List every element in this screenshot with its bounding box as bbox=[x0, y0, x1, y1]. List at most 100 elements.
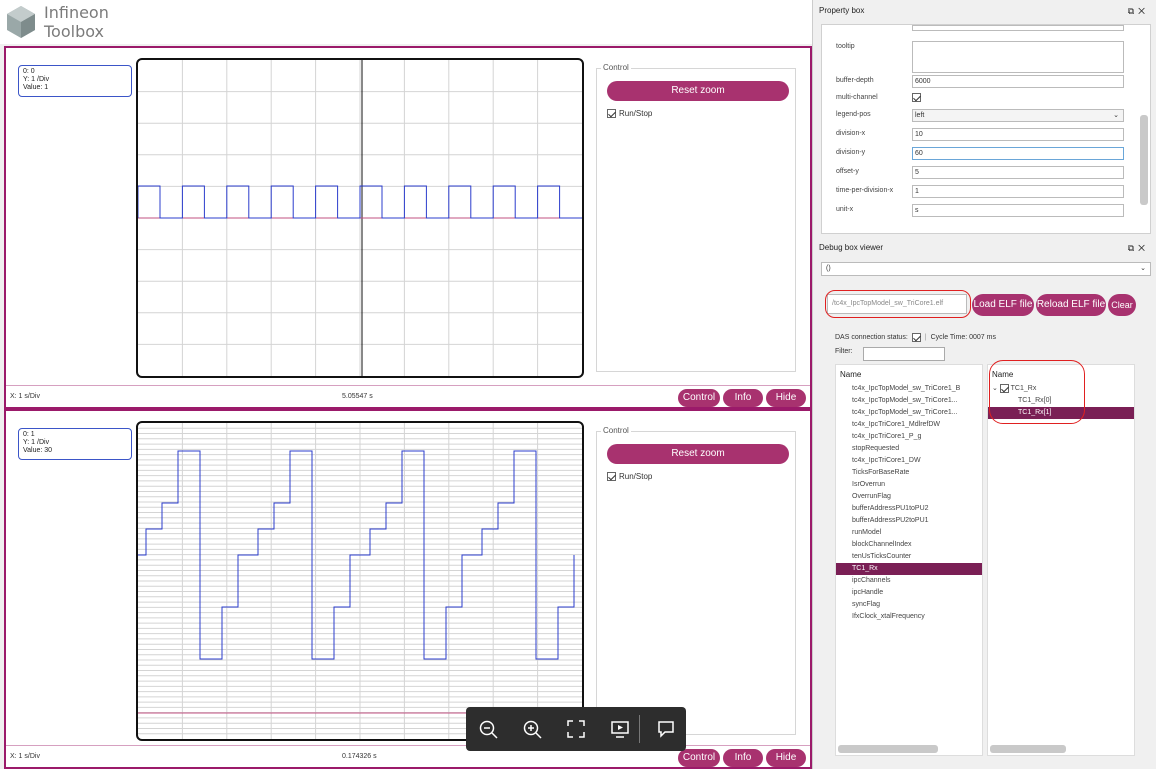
oscilloscope-plot[interactable] bbox=[136, 421, 584, 741]
horizontal-scrollbar[interactable] bbox=[838, 745, 938, 753]
variable-list-item[interactable]: blockChannelIndex bbox=[836, 539, 982, 551]
cycle-time-label: Cycle Time: 0007 ms bbox=[930, 334, 996, 341]
variable-list-item[interactable]: tc4x_IpcTriCore1_P_g bbox=[836, 431, 982, 443]
filter-input[interactable] bbox=[863, 347, 945, 361]
x-division-label: X: 1 s/Div bbox=[10, 753, 40, 760]
horizontal-scrollbar[interactable] bbox=[990, 745, 1066, 753]
toolbar-separator bbox=[639, 715, 640, 743]
tree-checkbox[interactable] bbox=[999, 383, 1009, 393]
unit-x-field[interactable]: s bbox=[912, 204, 1124, 217]
divider: | bbox=[924, 334, 927, 341]
variable-list: Name tc4x_IpcTopModel_sw_TriCore1_B tc4x_… bbox=[835, 364, 983, 756]
variable-list-item[interactable]: tc4x_IpcTriCore1_DW bbox=[836, 455, 982, 467]
variable-list-item[interactable]: TicksForBaseRate bbox=[836, 467, 982, 479]
variable-list-item[interactable]: bufferAddressPU2toPU1 bbox=[836, 515, 982, 527]
time-readout: 5.05547 s bbox=[342, 393, 373, 400]
info-button[interactable]: Info bbox=[723, 749, 763, 767]
multi-channel-checkbox[interactable] bbox=[912, 93, 921, 102]
prop-row-unit-x: unit-x s bbox=[836, 204, 1136, 218]
property-scrollbar[interactable] bbox=[1140, 115, 1148, 205]
variable-list-item[interactable]: tc4x_IpcTriCore1_MdlrefDW bbox=[836, 419, 982, 431]
prop-label: tooltip bbox=[836, 43, 855, 50]
debug-select[interactable]: () ⌄ bbox=[821, 262, 1151, 276]
chevron-down-icon: ⌄ bbox=[1113, 112, 1119, 119]
legend-pos-select[interactable]: left ⌄ bbox=[912, 109, 1124, 122]
chevron-down-icon[interactable]: ⌄ bbox=[992, 385, 998, 392]
division-y-field[interactable]: 60 bbox=[912, 147, 1124, 160]
hide-button[interactable]: Hide bbox=[766, 749, 806, 767]
das-checkbox[interactable] bbox=[911, 333, 921, 342]
zoom-toolbar bbox=[466, 707, 686, 751]
reset-zoom-button[interactable]: Reset zoom bbox=[607, 444, 789, 464]
info-button[interactable]: Info bbox=[723, 389, 763, 407]
load-elf-button[interactable]: Load ELF file bbox=[972, 294, 1034, 316]
variable-list-item[interactable]: runModel bbox=[836, 527, 982, 539]
checkbox-icon[interactable] bbox=[607, 109, 616, 118]
x-division-label: X: 1 s/Div bbox=[10, 393, 40, 400]
reload-elf-button[interactable]: Reload ELF file bbox=[1036, 294, 1106, 316]
prop-row-division-x: division-x 10 bbox=[836, 128, 1136, 142]
comment-icon[interactable] bbox=[656, 719, 676, 739]
control-button[interactable]: Control bbox=[678, 749, 720, 767]
app-title: Infineon Toolbox bbox=[44, 3, 109, 41]
variable-list-item[interactable]: OverrunFlag bbox=[836, 491, 982, 503]
prop-label: offset-y bbox=[836, 168, 859, 175]
zoom-out-icon[interactable] bbox=[478, 719, 498, 739]
prop-label: time-per-division-x bbox=[836, 187, 894, 194]
dock-buttons[interactable]: ⧉✕ bbox=[1128, 241, 1149, 255]
tooltip-field[interactable] bbox=[912, 41, 1124, 73]
prop-top-field[interactable] bbox=[912, 25, 1124, 31]
variable-list-item[interactable]: IsrOverrun bbox=[836, 479, 982, 491]
oscilloscope-plot[interactable] bbox=[136, 58, 584, 378]
fit-screen-icon[interactable] bbox=[566, 719, 586, 739]
prop-row-time-per-division-x: time-per-division-x 1 bbox=[836, 185, 1136, 199]
buffer-depth-field[interactable]: 6000 bbox=[912, 75, 1124, 88]
run-stop-label: Run/Stop bbox=[619, 109, 653, 118]
filter-label: Filter: bbox=[835, 348, 853, 355]
reset-zoom-button[interactable]: Reset zoom bbox=[607, 81, 789, 101]
prop-row-offset-y: offset-y 5 bbox=[836, 166, 1136, 180]
hide-button[interactable]: Hide bbox=[766, 389, 806, 407]
control-button[interactable]: Control bbox=[678, 389, 720, 407]
right-dock: Property box ⧉✕ tooltip buffer-depth 600… bbox=[812, 0, 1156, 769]
control-group: Control Reset zoom Run/Stop bbox=[596, 426, 796, 735]
variable-list-item[interactable]: tenUsTicksCounter bbox=[836, 551, 982, 563]
variable-list-item[interactable]: stopRequested bbox=[836, 443, 982, 455]
prop-row-multi-channel: multi-channel bbox=[836, 92, 1136, 106]
variable-list-item[interactable]: TC1_Rx bbox=[836, 563, 982, 575]
run-stop-checkbox[interactable]: Run/Stop bbox=[607, 472, 652, 481]
prop-label: buffer-depth bbox=[836, 77, 874, 84]
variable-list-item[interactable]: ipcHandle bbox=[836, 587, 982, 599]
prop-label: division-y bbox=[836, 149, 866, 156]
offset-y-field[interactable]: 5 bbox=[912, 166, 1124, 179]
variable-list-item[interactable]: tc4x_IpcTopModel_sw_TriCore1_B bbox=[836, 383, 982, 395]
variable-list-item[interactable]: syncFlag bbox=[836, 599, 982, 611]
tree-item-tc1-rx[interactable]: ⌄ TC1_Rx bbox=[988, 383, 1134, 395]
variable-list-item[interactable]: IfxClock_xtalFrequency bbox=[836, 611, 982, 623]
division-x-field[interactable]: 10 bbox=[912, 128, 1124, 141]
variable-list-item[interactable]: tc4x_IpcTopModel_sw_TriCore1... bbox=[836, 395, 982, 407]
list-header: Name bbox=[840, 370, 862, 379]
checkbox-icon[interactable] bbox=[607, 472, 616, 481]
scope-footer: X: 1 s/Div 0.174326 s Control Info Hide bbox=[6, 745, 810, 767]
tree-item-tc1-rx-1[interactable]: TC1_Rx[1] bbox=[988, 407, 1134, 419]
channel-info-box: 0: 1 Y: 1 /Div Value: 30 bbox=[18, 428, 132, 460]
dock-buttons[interactable]: ⧉✕ bbox=[1128, 4, 1149, 18]
run-stop-checkbox[interactable]: Run/Stop bbox=[607, 109, 652, 118]
zoom-in-icon[interactable] bbox=[522, 719, 542, 739]
variable-list-item[interactable]: bufferAddressPU1toPU2 bbox=[836, 503, 982, 515]
prop-row-legend-pos: legend-pos left ⌄ bbox=[836, 109, 1136, 123]
tree-item-tc1-rx-0[interactable]: TC1_Rx[0] bbox=[988, 395, 1134, 407]
clear-button[interactable]: Clear bbox=[1108, 294, 1136, 316]
time-readout: 0.174326 s bbox=[342, 753, 377, 760]
das-status-row: DAS connection status: | Cycle Time: 000… bbox=[835, 333, 996, 342]
time-per-division-field[interactable]: 1 bbox=[912, 185, 1124, 198]
control-legend: Control bbox=[601, 426, 631, 435]
elf-path-field[interactable]: /tc4x_IpcTopModel_sw_TriCore1.elf bbox=[827, 294, 967, 314]
present-icon[interactable] bbox=[610, 719, 630, 739]
variable-list-item[interactable]: tc4x_IpcTopModel_sw_TriCore1... bbox=[836, 407, 982, 419]
list-header: Name bbox=[992, 370, 1014, 379]
channel-info-box: 0: 0 Y: 1 /Div Value: 1 bbox=[18, 65, 132, 97]
control-legend: Control bbox=[601, 63, 631, 72]
variable-list-item[interactable]: ipcChannels bbox=[836, 575, 982, 587]
